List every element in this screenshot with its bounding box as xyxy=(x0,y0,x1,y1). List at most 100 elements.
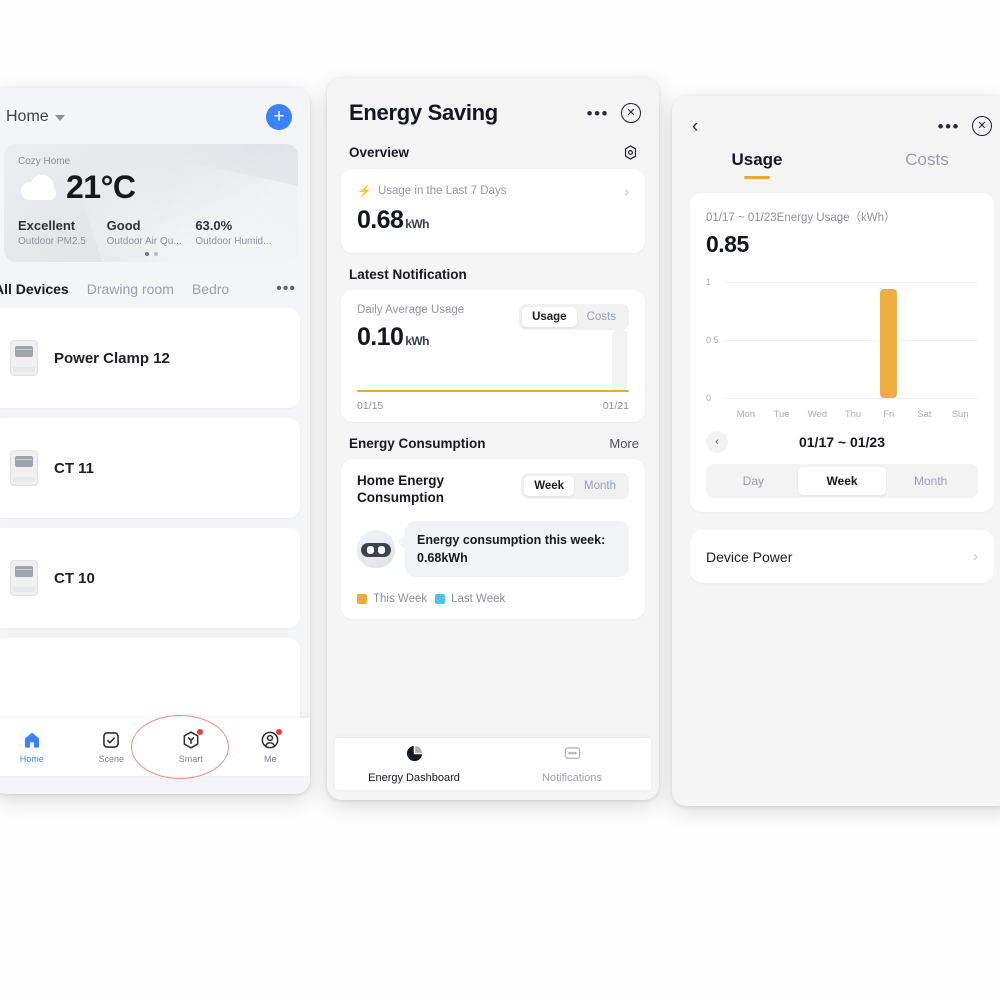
overview-label: Overview xyxy=(349,145,410,160)
chart-plot-area xyxy=(728,270,978,398)
x-tick-label: Mon xyxy=(736,409,756,420)
tab-home[interactable]: Home xyxy=(0,730,72,764)
segment-week[interactable]: Week xyxy=(797,467,887,495)
chevron-right-icon: › xyxy=(973,548,978,565)
device-card[interactable]: CT 10 xyxy=(0,528,300,628)
toggle-week[interactable]: Week xyxy=(524,476,575,496)
weather-stats: Excellent Outdoor PM2.5 Good Outdoor Air… xyxy=(18,218,284,247)
weather-card[interactable]: Cozy Home 21°C Excellent Outdoor PM2.5 G… xyxy=(4,144,298,262)
tab-notifications[interactable]: Notifications xyxy=(493,744,651,784)
latest-notification-card[interactable]: Daily Average Usage 0.10kWh Usage Costs xyxy=(341,290,645,422)
chart-bar-column xyxy=(907,270,943,398)
device-name: CT 11 xyxy=(54,459,95,477)
usage-header: ‹ ••• ✕ xyxy=(672,96,1000,136)
legend-label: This Week xyxy=(373,593,428,605)
chart-bar-column xyxy=(835,270,871,398)
phone-panel-home: Home + Cozy Home 21°C Excellent Outdoor … xyxy=(0,88,310,794)
segment-month[interactable]: Month xyxy=(886,467,975,495)
device-name: CT 10 xyxy=(54,569,95,587)
temperature-value: 21°C xyxy=(66,169,136,205)
date-range-label: 01/17 ~ 01/23 xyxy=(798,434,886,450)
tab-scene-label: Scene xyxy=(98,754,125,764)
power-meter-icon xyxy=(10,450,38,486)
notification-badge xyxy=(276,729,283,735)
tab-me-label: Me xyxy=(263,754,277,764)
phone-panel-energy-saving: Energy Saving ••• ✕ Overview ⚡ Usage in … xyxy=(327,78,659,800)
mini-chart-axis: 01/15 01/21 xyxy=(357,400,629,412)
tab-me[interactable]: Me xyxy=(231,729,311,764)
chat-bubble-icon xyxy=(563,744,582,768)
device-card[interactable]: CT 11 xyxy=(0,418,300,518)
consumption-more-link[interactable]: More xyxy=(609,436,639,451)
x-tick-label: Sat xyxy=(917,409,932,420)
usage-chart-label: 01/17 ~ 01/23Energy Usage（kWh） xyxy=(706,212,896,224)
usage7-value: 0.68 xyxy=(357,206,404,234)
close-icon[interactable]: ✕ xyxy=(972,116,992,136)
weather-stat: Excellent Outdoor PM2.5 xyxy=(18,218,107,247)
period-segmented-control[interactable]: Day Week Month xyxy=(706,464,978,498)
room-more-icon[interactable]: ••• xyxy=(276,280,296,298)
pie-chart-icon xyxy=(405,744,424,768)
segment-day[interactable]: Day xyxy=(709,467,798,495)
gear-icon[interactable] xyxy=(622,144,639,161)
device-card[interactable]: Power Clamp 12 xyxy=(0,308,300,408)
add-device-button[interactable]: + xyxy=(266,104,292,130)
previous-period-button[interactable]: ‹ xyxy=(706,431,728,453)
chart-bar-column xyxy=(728,270,764,398)
room-tab-all-devices[interactable]: All Devices xyxy=(0,281,69,297)
bottom-tab-bar: Home Scene Smart Me xyxy=(0,718,310,776)
lightning-icon: ⚡ xyxy=(357,184,372,198)
usage-last-7-days-card[interactable]: ⚡ Usage in the Last 7 Days › 0.68 kWh xyxy=(341,169,645,253)
y-tick-0-5: 0.5 xyxy=(706,335,719,345)
mini-axis-start: 01/15 xyxy=(357,400,384,412)
back-icon[interactable]: ‹ xyxy=(692,117,698,136)
tab-scene[interactable]: Scene xyxy=(72,730,152,764)
close-icon[interactable]: ✕ xyxy=(621,103,641,123)
mini-chart-bar xyxy=(612,330,627,392)
usage-costs-tab-bar: Usage Costs xyxy=(672,136,1000,179)
tab-energy-dashboard-label: Energy Dashboard xyxy=(368,772,460,784)
room-tab-bar: All Devices Drawing room Bedro ••• xyxy=(0,262,310,308)
close-glyph: ✕ xyxy=(626,106,636,119)
room-tab-drawing-room[interactable]: Drawing room xyxy=(87,281,174,297)
tab-costs[interactable]: Costs xyxy=(842,150,1000,179)
tab-home-label: Home xyxy=(19,754,44,764)
weekly-usage-bar-chart: 1 0.5 0 Mon Tue Wed Thu Fri Sat Sun xyxy=(706,270,978,420)
room-tab-bedroom[interactable]: Bedro xyxy=(192,281,229,297)
device-power-row[interactable]: Device Power › xyxy=(690,530,994,583)
y-tick-0: 0 xyxy=(706,393,712,403)
usage7-unit: kWh xyxy=(405,217,429,231)
weather-stat-label: Outdoor PM2.5 xyxy=(18,236,86,247)
device-name: Power Clamp 12 xyxy=(54,349,170,367)
x-tick-label: Wed xyxy=(807,409,827,420)
chart-legend: This Week Last Week xyxy=(357,593,629,605)
tab-smart-label: Smart xyxy=(178,754,203,764)
phone-panel-usage: ‹ ••• ✕ Usage Costs 01/17 ~ 01/23Energy … xyxy=(672,96,1000,806)
weather-stat-value: Excellent xyxy=(18,218,76,233)
energy-bottom-tab-bar: Energy Dashboard Notifications xyxy=(335,738,651,790)
toggle-month[interactable]: Month xyxy=(574,476,626,496)
more-options-icon[interactable]: ••• xyxy=(587,105,609,122)
x-tick-label: Tue xyxy=(773,409,790,420)
home-selector[interactable]: Home xyxy=(6,108,65,126)
chevron-down-icon xyxy=(54,115,65,121)
home-energy-consumption-card[interactable]: Home Energy Consumption Week Month Energ… xyxy=(341,459,645,619)
tab-smart[interactable]: Smart xyxy=(151,729,231,764)
home-title-label: Home xyxy=(6,108,49,125)
tab-usage[interactable]: Usage xyxy=(672,150,842,179)
plus-icon: + xyxy=(273,105,285,127)
carousel-dots[interactable] xyxy=(4,252,298,256)
chart-bar-column xyxy=(764,270,800,398)
tab-energy-dashboard[interactable]: Energy Dashboard xyxy=(335,744,493,784)
usage7-label: Usage in the Last 7 Days xyxy=(377,185,507,197)
weather-stat-value: Good xyxy=(106,218,141,233)
carousel-dot xyxy=(153,252,158,256)
weather-stat-label: Outdoor Air Qu... xyxy=(106,236,182,247)
consumption-section-header: Energy Consumption More xyxy=(327,422,659,459)
more-options-icon[interactable]: ••• xyxy=(938,118,960,135)
power-meter-icon xyxy=(10,560,38,596)
home-top-bar: Home + xyxy=(0,88,310,136)
weather-stat: Good Outdoor Air Qu... xyxy=(107,218,196,247)
date-range-navigator: ‹ 01/17 ~ 01/23 xyxy=(706,431,978,453)
week-month-toggle[interactable]: Week Month xyxy=(521,473,629,499)
